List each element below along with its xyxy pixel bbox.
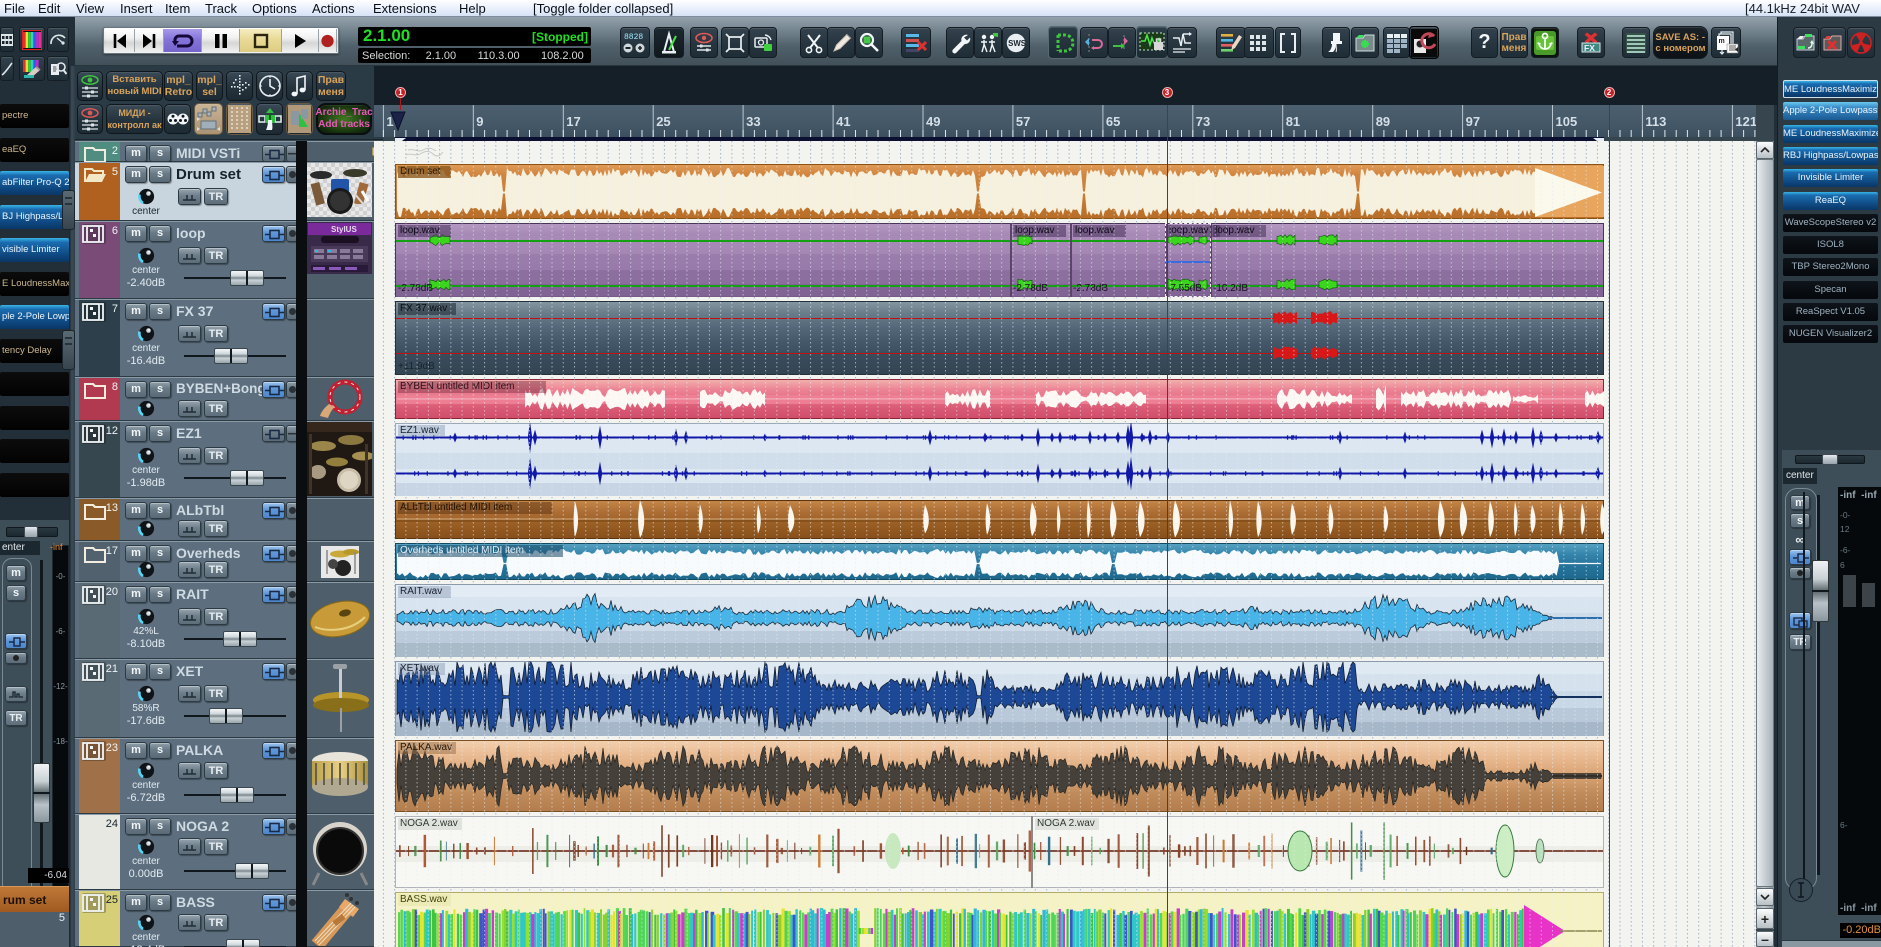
svg-text:49: 49 <box>926 114 940 129</box>
svg-text:57: 57 <box>1016 114 1030 129</box>
svg-text:105: 105 <box>1556 114 1578 129</box>
svg-text:33: 33 <box>746 114 760 129</box>
svg-text:121: 121 <box>1735 114 1756 129</box>
svg-text:FX: FX <box>1584 43 1595 53</box>
svg-text:8828: 8828 <box>624 33 643 42</box>
svg-text:73: 73 <box>1196 114 1210 129</box>
svg-text:97: 97 <box>1466 114 1480 129</box>
svg-text:StylUS: StylUS <box>331 225 357 234</box>
svg-text:81: 81 <box>1286 114 1300 129</box>
svg-text:SWS: SWS <box>1008 39 1026 48</box>
svg-text:65: 65 <box>1106 114 1120 129</box>
svg-text:89: 89 <box>1376 114 1390 129</box>
svg-text:113: 113 <box>1645 114 1666 129</box>
svg-text:9: 9 <box>476 114 483 129</box>
svg-text:25: 25 <box>656 114 670 129</box>
svg-text:m: m <box>1719 38 1725 45</box>
svg-text:17: 17 <box>566 114 580 129</box>
svg-text:41: 41 <box>836 114 850 129</box>
